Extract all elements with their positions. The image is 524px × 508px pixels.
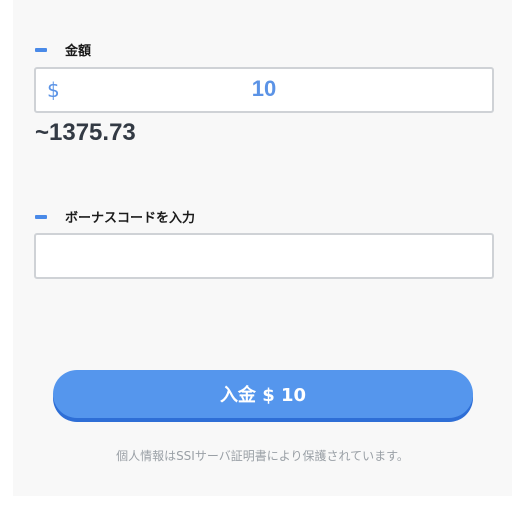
bonus-code-label: ボーナスコードを入力 [65, 211, 196, 226]
deposit-button-label: 入金 $ 10 [219, 385, 307, 406]
section-dash-icon [35, 214, 47, 219]
bonus-section-header: ボーナスコードを入力 [35, 207, 195, 226]
deposit-button[interactable]: 入金 $ 10 [53, 370, 473, 418]
amount-section-header: 金額 [35, 40, 91, 59]
amount-label: 金額 [65, 44, 92, 59]
bonus-code-input[interactable] [34, 233, 494, 279]
amount-input[interactable]: $ 10 [34, 67, 494, 113]
amount-value: 10 [251, 76, 277, 101]
section-dash-icon [35, 47, 47, 52]
security-note: 個人情報はSSIサーバ証明書により保護されています。 [116, 449, 409, 463]
converted-amount: ~1375.73 [35, 119, 136, 146]
deposit-panel: 金額 $ 10 ~1375.73 ボーナスコードを入力 入金 $ 10 個人情報… [13, 0, 512, 496]
